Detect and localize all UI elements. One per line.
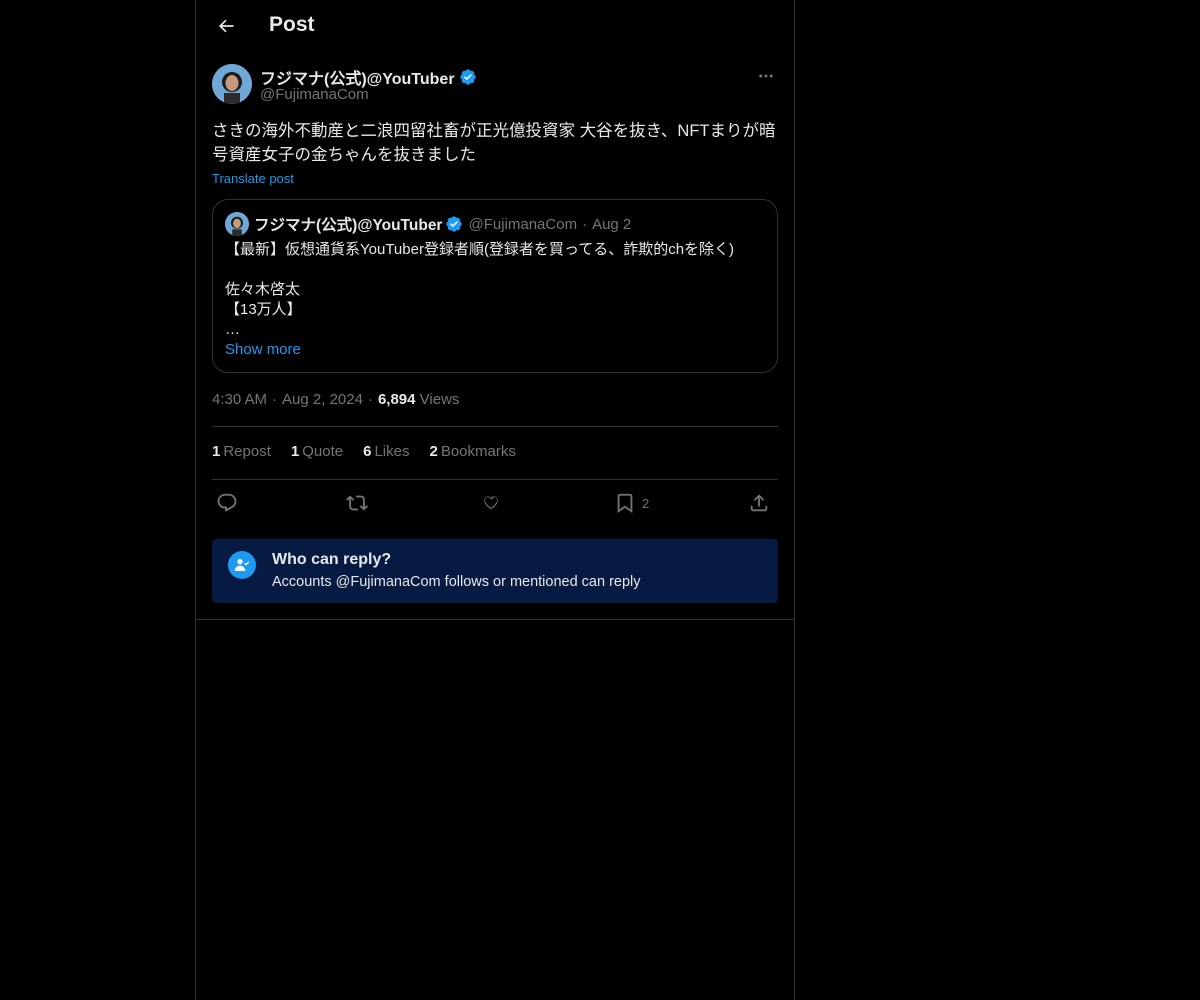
post-detail: Post フジマナ(公式)@YouTuber @FujimanaCom さきの海… (196, 0, 794, 620)
divider (212, 426, 778, 427)
main-column: Post フジマナ(公式)@YouTuber @FujimanaCom さきの海… (195, 0, 795, 1000)
views-count: 6,894 (377, 391, 416, 408)
stat-label: Quote (302, 443, 344, 460)
more-horizontal-icon (759, 74, 773, 78)
divider (212, 479, 778, 480)
stat-count: 2 (429, 443, 438, 460)
meta-separator: · (367, 391, 373, 408)
post-text: さきの海外不動産と二浪四留社畜が正光億投資家 大谷を抜き、NFTまりが暗号資産女… (212, 122, 776, 164)
quoted-author-handle: @FujimanaCom (468, 215, 578, 233)
share-button[interactable] (748, 490, 770, 516)
translate-post-link[interactable]: Translate post (212, 171, 294, 186)
post-meta: 4:30 AM · Aug 2, 2024 · 6,894 Views (212, 391, 459, 408)
avatar-image (212, 64, 252, 104)
show-more-link[interactable]: Show more (225, 341, 301, 358)
bookmark-button[interactable]: 2 (614, 490, 649, 516)
stat-count: 6 (363, 443, 372, 460)
bookmark-count: 2 (642, 495, 650, 511)
stat-reposts[interactable]: 1 Repost (212, 443, 271, 460)
verified-badge-icon (446, 216, 463, 232)
stat-count: 1 (290, 443, 300, 460)
stat-label: Bookmarks (440, 443, 516, 460)
reply-icon (217, 493, 237, 512)
quoted-post[interactable]: フジマナ(公式)@YouTuber @FujimanaCom · Aug 2 【… (212, 199, 778, 373)
reply-restriction-title: Who can reply? (272, 551, 392, 568)
like-button[interactable] (480, 490, 502, 516)
page-title: Post (269, 13, 315, 36)
stat-quotes[interactable]: 1 Quote (291, 443, 343, 460)
stat-count: 1 (212, 443, 221, 460)
person-check-icon (234, 559, 250, 571)
stat-likes[interactable]: 6 Likes (363, 443, 409, 460)
reply-button[interactable] (216, 490, 238, 516)
reply-restriction-description: Accounts @FujimanaCom follows or mention… (272, 574, 641, 590)
reply-restriction-icon-wrap (228, 551, 256, 579)
bookmark-icon (617, 493, 633, 514)
repost-icon (346, 495, 368, 511)
quoted-author-name: フジマナ(公式)@YouTuber (254, 217, 443, 234)
stat-bookmarks[interactable]: 2 Bookmarks (429, 443, 515, 460)
avatar[interactable] (212, 64, 252, 104)
meta-separator: · (272, 391, 278, 408)
engagement-stats: 1 Repost 1 Quote 6 Likes 2 Bookmarks (212, 443, 536, 460)
verified-badge-icon (459, 69, 476, 85)
post-author: フジマナ(公式)@YouTuber @FujimanaCom (212, 64, 778, 106)
action-bar: 2 (212, 490, 778, 516)
quoted-separator: · (582, 215, 588, 233)
post-time[interactable]: 4:30 AM (212, 391, 267, 408)
like-icon (484, 496, 498, 510)
quoted-post-header: フジマナ(公式)@YouTuber @FujimanaCom · Aug 2 (225, 212, 631, 236)
repost-button[interactable] (346, 490, 368, 516)
quoted-date: Aug 2 (592, 215, 632, 233)
author-handle[interactable]: @FujimanaCom (260, 86, 369, 103)
stat-label: Repost (223, 443, 271, 460)
quoted-avatar-image (225, 212, 249, 236)
stat-label: Likes (374, 443, 410, 460)
quoted-post-text: 【最新】仮想通貨系YouTuber登録者順(登録者を買ってる、詐欺的chを除く)… (225, 241, 735, 338)
arrow-left-icon (218, 19, 234, 33)
more-options-button[interactable] (754, 64, 778, 88)
reply-restriction-notice: Who can reply? Accounts @FujimanaCom fol… (212, 539, 778, 603)
quoted-avatar (225, 212, 249, 236)
share-icon (750, 494, 768, 512)
header: Post (196, 0, 794, 54)
post-date[interactable]: Aug 2, 2024 (282, 391, 363, 408)
views-label: Views (419, 391, 460, 408)
back-button[interactable] (208, 8, 244, 44)
